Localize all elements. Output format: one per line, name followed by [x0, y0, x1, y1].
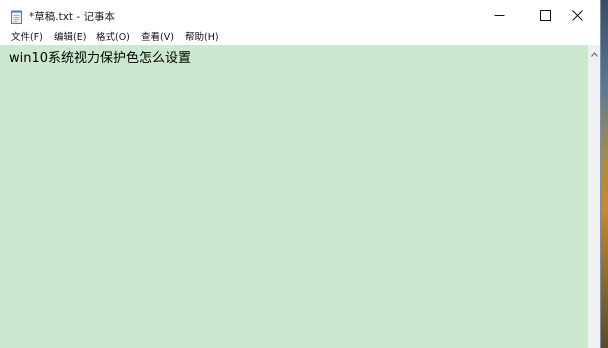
editor-content: win10系统视力保护色怎么设置: [9, 51, 192, 66]
title-bar[interactable]: *草稿.txt - 记事本: [0, 0, 600, 31]
menu-bar: 文件(F) 编辑(E) 格式(O) 查看(V) 帮助(H): [0, 31, 600, 45]
maximize-icon: [539, 6, 551, 25]
vertical-scrollbar[interactable]: [588, 45, 600, 348]
menu-help[interactable]: 帮助(H): [185, 31, 219, 45]
desktop-wallpaper: [600, 0, 608, 348]
scroll-up-button[interactable]: [588, 45, 600, 57]
menu-edit[interactable]: 编辑(E): [54, 31, 86, 45]
notepad-icon: [11, 9, 22, 24]
minimize-icon: [494, 6, 505, 25]
text-editor-area[interactable]: win10系统视力保护色怎么设置: [0, 45, 588, 348]
close-button[interactable]: [554, 0, 600, 31]
menu-file[interactable]: 文件(F): [11, 31, 43, 45]
menu-format[interactable]: 格式(O): [96, 31, 130, 45]
menu-view[interactable]: 查看(V): [141, 31, 174, 45]
window-title: *草稿.txt - 记事本: [29, 11, 115, 23]
notepad-window: *草稿.txt - 记事本 文件(F) 编辑(E) 格式(O) 查看(V) 帮助…: [0, 0, 601, 348]
minimize-button[interactable]: [476, 0, 522, 31]
close-icon: [571, 6, 583, 25]
chevron-up-icon: [590, 42, 598, 61]
